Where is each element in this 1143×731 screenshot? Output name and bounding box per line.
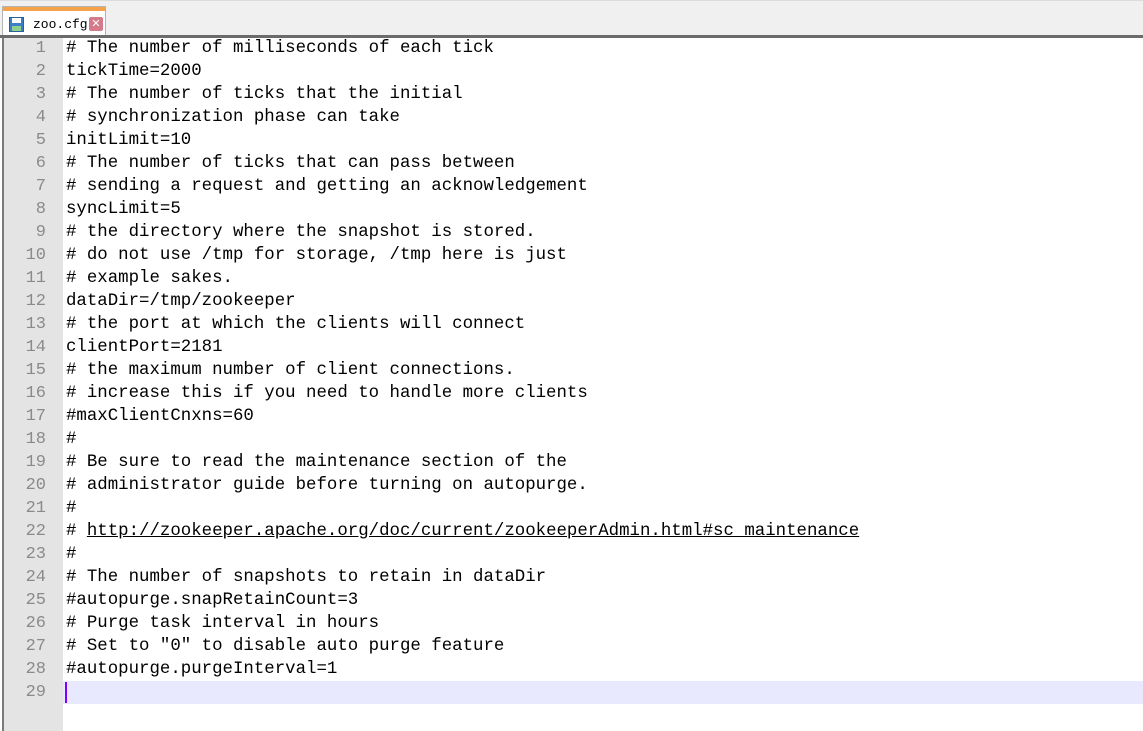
line-number: 13 <box>25 315 46 334</box>
code-text: #maxClientCnxns=60 <box>66 407 254 426</box>
line-number: 28 <box>25 660 46 679</box>
url-link[interactable]: http://zookeeper.apache.org/doc/current/… <box>87 522 859 541</box>
code-line[interactable]: #autopurge.snapRetainCount=3 <box>66 589 358 612</box>
code-line[interactable]: syncLimit=5 <box>66 198 181 221</box>
line-number: 4 <box>35 108 46 127</box>
line-number: 3 <box>35 85 46 104</box>
line-number: 16 <box>25 384 46 403</box>
code-text: dataDir=/tmp/zookeeper <box>66 292 296 311</box>
line-number: 12 <box>25 292 46 311</box>
code-line[interactable]: # sending a request and getting an ackno… <box>66 175 588 198</box>
tab-bar: zoo.cfg ✕ <box>0 0 1143 38</box>
line-number: 11 <box>25 269 46 288</box>
code-text: # the maximum number of client connectio… <box>66 361 515 380</box>
line-number: 8 <box>35 200 46 219</box>
line-number: 9 <box>35 223 46 242</box>
code-text: # The number of milliseconds of each tic… <box>66 39 494 58</box>
line-number: 25 <box>25 591 46 610</box>
line-number: 6 <box>35 154 46 173</box>
code-line[interactable]: initLimit=10 <box>66 129 191 152</box>
code-line[interactable]: # Set to "0" to disable auto purge featu… <box>66 635 504 658</box>
code-line[interactable]: # the port at which the clients will con… <box>66 313 525 336</box>
code-line[interactable]: # do not use /tmp for storage, /tmp here… <box>66 244 567 267</box>
code-text: # The number of snapshots to retain in d… <box>66 568 547 587</box>
code-text: #autopurge.purgeInterval=1 <box>66 660 338 679</box>
code-text: #autopurge.snapRetainCount=3 <box>66 591 359 610</box>
code-text: # do not use /tmp for storage, /tmp here… <box>66 246 567 265</box>
code-line[interactable]: # example sakes. <box>66 267 233 290</box>
code-text: # increase this if you need to handle mo… <box>66 384 588 403</box>
code-text: # administrator guide before turning on … <box>66 476 588 495</box>
line-number: 18 <box>25 430 46 449</box>
line-number: 20 <box>25 476 46 495</box>
line-number: 15 <box>25 361 46 380</box>
code-text: # synchronization phase can take <box>66 108 400 127</box>
code-line[interactable]: # The number of ticks that can pass betw… <box>66 152 515 175</box>
code-line[interactable]: # The number of ticks that the initial <box>66 83 463 106</box>
close-icon[interactable]: ✕ <box>89 17 103 31</box>
tab-active-indicator <box>3 7 105 11</box>
line-number: 17 <box>25 407 46 426</box>
code-text: clientPort=2181 <box>66 338 223 357</box>
line-number: 2 <box>35 62 46 81</box>
tab-filename: zoo.cfg <box>33 17 88 32</box>
code-line[interactable]: clientPort=2181 <box>66 336 223 359</box>
code-text: # Be sure to read the maintenance sectio… <box>66 453 567 472</box>
line-number: 7 <box>35 177 46 196</box>
code-text: # Purge task interval in hours <box>66 614 380 633</box>
code-line[interactable]: #maxClientCnxns=60 <box>66 405 254 428</box>
code-line[interactable]: # The number of milliseconds of each tic… <box>66 37 494 60</box>
line-number: 1 <box>35 39 46 58</box>
code-text: # the port at which the clients will con… <box>66 315 526 334</box>
code-line[interactable]: dataDir=/tmp/zookeeper <box>66 290 296 313</box>
line-number: 23 <box>25 545 46 564</box>
line-number: 26 <box>25 614 46 633</box>
code-line[interactable]: # Purge task interval in hours <box>66 612 379 635</box>
code-text: # <box>66 522 87 541</box>
code-line[interactable]: # <box>66 543 76 566</box>
line-number: 27 <box>25 637 46 656</box>
code-text: # The number of ticks that the initial <box>66 85 463 104</box>
code-line[interactable]: tickTime=2000 <box>66 60 202 83</box>
code-text: # The number of ticks that can pass betw… <box>66 154 515 173</box>
code-text: # <box>66 545 77 564</box>
code-text: # example sakes. <box>66 269 233 288</box>
line-number: 14 <box>25 338 46 357</box>
line-number: 24 <box>25 568 46 587</box>
code-line[interactable]: # administrator guide before turning on … <box>66 474 588 497</box>
line-number: 21 <box>25 499 46 518</box>
save-disk-icon <box>9 17 24 32</box>
text-editor[interactable]: 1 # The number of milliseconds of each ti… <box>0 38 1143 731</box>
code-line[interactable]: # <box>66 428 76 451</box>
code-line[interactable]: # The number of snapshots to retain in d… <box>66 566 546 589</box>
code-text: # sending a request and getting an ackno… <box>66 177 588 196</box>
code-text: tickTime=2000 <box>66 62 202 81</box>
code-line[interactable]: # http://zookeeper.apache.org/doc/curren… <box>66 520 859 543</box>
line-number: 10 <box>25 246 46 265</box>
line-number: 19 <box>25 453 46 472</box>
line-number: 5 <box>35 131 46 150</box>
current-line-highlight <box>63 681 1143 704</box>
code-text: # Set to "0" to disable auto purge featu… <box>66 637 505 656</box>
line-number: 22 <box>25 522 46 541</box>
tab-file[interactable]: zoo.cfg ✕ <box>2 6 106 38</box>
code-line[interactable]: # synchronization phase can take <box>66 106 400 129</box>
code-text: # <box>66 430 77 449</box>
code-line[interactable]: # the directory where the snapshot is st… <box>66 221 536 244</box>
code-line[interactable]: # Be sure to read the maintenance sectio… <box>66 451 567 474</box>
line-number: 29 <box>25 683 46 702</box>
code-text: # the directory where the snapshot is st… <box>66 223 536 242</box>
code-text: initLimit=10 <box>66 131 192 150</box>
text-caret <box>65 682 67 703</box>
code-line[interactable]: # <box>66 497 76 520</box>
code-text: # <box>66 499 77 518</box>
code-line[interactable]: # increase this if you need to handle mo… <box>66 382 588 405</box>
code-line[interactable]: #autopurge.purgeInterval=1 <box>66 658 337 681</box>
code-text: syncLimit=5 <box>66 200 181 219</box>
code-line[interactable]: # the maximum number of client connectio… <box>66 359 515 382</box>
